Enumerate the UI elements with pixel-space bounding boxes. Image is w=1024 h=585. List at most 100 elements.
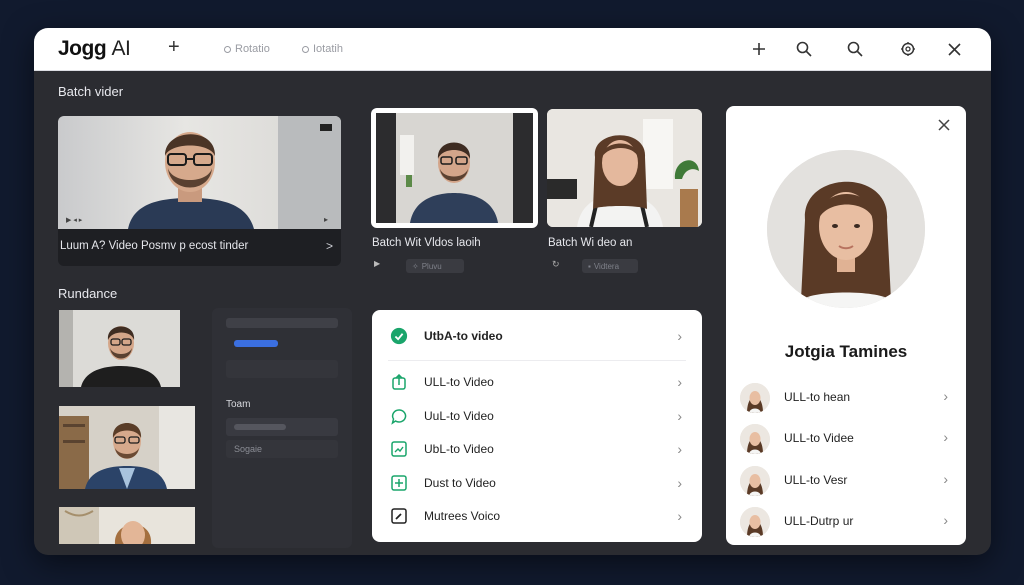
upload-icon [390,373,408,391]
chevron-right-icon: › [677,475,682,491]
avatar [740,466,770,496]
placeholder-bar [226,318,338,328]
side-field-2[interactable]: Sogaie [226,440,338,458]
main-video-caption: Luum A? Video Posmv p ecost tinder [60,240,249,252]
control-label: Vidtera [593,261,620,271]
rundance-thumb-3[interactable] [59,507,195,544]
tab-label: Iotatih [313,43,343,55]
sparkle-icon: ✧ [412,261,419,271]
check-circle-icon [390,327,408,345]
menu-item-ubl-to-video[interactable]: UbL-to Video › [372,432,702,466]
tab-dot-icon [302,45,309,53]
menu-item-uul-to-video[interactable]: UuL-to Video › [372,399,702,433]
chevron-right-icon: › [943,388,948,404]
chevron-right-icon: › [677,328,682,344]
woman-portrait-image [59,507,195,544]
chevron-right-icon: › [943,471,948,487]
avatar [740,424,770,454]
menu-item-label: Mutrees Voico [424,509,501,523]
rundance-thumb-1[interactable] [59,310,180,387]
image-icon [390,440,408,458]
profile-item-3[interactable]: ULL-to Vesr › [726,462,966,500]
tab-dot-icon [224,45,231,53]
refresh-icon[interactable]: ↻ [552,259,560,270]
chevron-right-icon[interactable]: > [326,239,333,253]
profile-item-label: ULL-Dutrp ur [784,514,854,528]
control-label: Pluvu [421,261,442,271]
woman-portrait-image [767,150,925,308]
chevron-right-icon: › [677,374,682,390]
menu-item-label: UuL-to Video [424,409,494,423]
profile-avatar [767,150,925,308]
main-video-card[interactable]: ▶ ◂ ▸ ▸ Luum A? Video Posmv p ecost tind… [58,116,341,266]
svg-text:▶ ◂ ▸: ▶ ◂ ▸ [66,217,83,224]
chevron-right-icon: › [677,441,682,457]
progress-indicator [234,340,278,347]
image-icon: ▪ [588,261,591,271]
profile-item-2[interactable]: ULL-to Videe › [726,420,966,458]
side-field-placeholder [234,424,286,430]
profile-item-1[interactable]: ULL-to hean › [726,379,966,417]
profile-name: Jotgia Tamines [784,342,908,361]
man-portrait-image: ▶ ◂ ▸ ▸ [66,116,341,229]
profile-item-label: ULL-to Videe [784,431,854,445]
batch-video-caption-2: Batch Wi deo an [548,237,633,249]
plus-box-icon [390,474,408,492]
edit-icon [390,507,408,525]
play-icon[interactable]: ▶ [374,259,380,268]
profile-item-label: ULL-to hean [784,390,851,404]
chevron-right-icon: › [943,429,948,445]
app-logo[interactable]: Jogg AI [58,37,131,61]
batch-video-card-1[interactable] [371,108,538,228]
profile-item-4[interactable]: ULL-Dutrp ur › [726,503,966,541]
chat-icon [390,407,408,425]
avatar [740,507,770,537]
menu-item-mutrees-voico[interactable]: Mutrees Voico › [372,499,702,533]
profile-item-label: ULL-to Vesr [784,473,848,487]
avatar [740,383,770,413]
batch-video-control-1[interactable]: ✧ Pluvu [406,259,464,273]
chevron-right-icon: › [943,512,948,528]
tab-rotatio[interactable]: Rotatio [224,43,270,55]
menu-item-ull-to-video[interactable]: ULL-to Video › [372,365,702,399]
search-icon-2[interactable] [844,38,866,60]
svg-text:▸: ▸ [324,215,328,224]
video-thumbnail[interactable]: ▶ ◂ ▸ ▸ [58,116,341,229]
chevron-right-icon: › [677,508,682,524]
section-title-batch: Batch vider [58,84,124,99]
woman-portrait-image [547,109,702,227]
top-bar: Jogg AI + Rotatio Iotatih [34,28,991,71]
menu-item-label: Dust to Video [424,476,496,490]
man-portrait-image [59,406,195,489]
man-portrait-image [59,310,180,387]
tab-iotatih[interactable]: Iotatih [302,43,343,55]
menu-item-dust-to-video[interactable]: Dust to Video › [372,466,702,500]
close-icon[interactable] [938,118,950,136]
placeholder-block [226,360,338,378]
batch-video-caption-1: Batch Wit Vldos laoih [372,237,481,249]
side-column-panel: Toam Sogaie [212,308,352,548]
profile-panel: Jotgia Tamines ULL-to hean › ULL-to Vide… [726,106,966,545]
batch-video-card-2[interactable] [547,109,702,227]
chevron-right-icon: › [677,408,682,424]
menu-item-label: UbL-to Video [424,442,494,456]
tab-label: Rotatio [235,43,270,55]
add-icon[interactable] [748,38,770,60]
side-label: Toam [226,399,251,410]
new-tab-icon[interactable]: + [168,36,180,59]
convert-menu-panel: UtbA-to video › ULL-to Video › UuL-to Vi… [372,310,702,542]
divider [388,360,686,361]
app-window: Jogg AI + Rotatio Iotatih Batch vider Ru… [34,28,991,555]
rundance-thumb-2[interactable] [59,406,195,489]
man-portrait-image [376,113,533,223]
search-icon[interactable] [793,38,815,60]
section-title-rundance: Rundance [58,286,118,301]
close-icon[interactable] [943,38,965,60]
settings-icon[interactable] [897,38,919,60]
menu-item-label: UtbA-to video [424,329,503,343]
batch-video-control-2[interactable]: ▪ Vidtera [582,259,638,273]
logo-ai: AI [111,37,131,60]
menu-item-label: ULL-to Video [424,375,494,389]
menu-item-utba-to-video[interactable]: UtbA-to video › [372,319,702,353]
logo-text: Jogg [58,37,107,60]
